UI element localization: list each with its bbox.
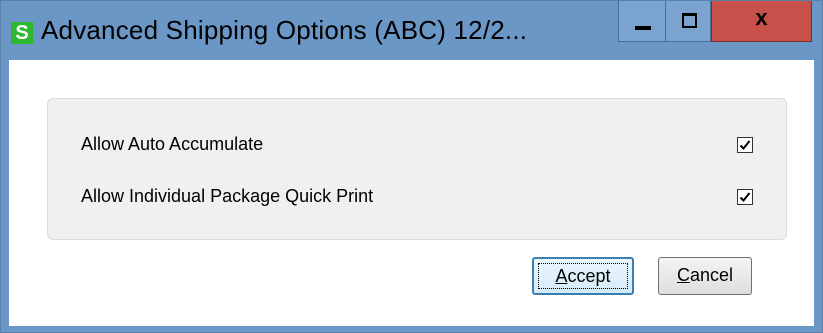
maximize-icon <box>682 13 697 28</box>
cancel-mnemonic: C <box>676 265 690 285</box>
cancel-button[interactable]: Cancel <box>658 257 752 295</box>
title-bar[interactable]: S Advanced Shipping Options (ABC) 12/2..… <box>1 1 822 60</box>
option-label-quick-print: Allow Individual Package Quick Print <box>81 186 374 206</box>
accept-button[interactable]: Accept <box>532 257 634 295</box>
option-label-auto-accumulate: Allow Auto Accumulate <box>81 134 264 154</box>
checkmark-icon <box>739 192 751 202</box>
maximize-button[interactable] <box>665 1 711 42</box>
close-icon: x <box>755 5 768 30</box>
auto-accumulate-checkbox[interactable] <box>737 137 753 153</box>
close-button[interactable]: x <box>711 1 812 42</box>
quick-print-checkbox[interactable] <box>737 189 753 205</box>
dialog-content: Allow Auto Accumulate Allow Individual P… <box>9 60 814 326</box>
minimize-button[interactable] <box>618 1 665 42</box>
checkmark-icon <box>739 140 751 150</box>
sage-app-icon: S <box>11 22 33 44</box>
options-group: Allow Auto Accumulate Allow Individual P… <box>47 98 787 240</box>
dialog-window: S Advanced Shipping Options (ABC) 12/2..… <box>0 0 823 333</box>
cancel-label: ancel <box>689 265 734 285</box>
window-title: Advanced Shipping Options (ABC) 12/2... <box>41 15 528 45</box>
minimize-icon <box>635 26 651 30</box>
focus-rectangle <box>538 263 628 289</box>
